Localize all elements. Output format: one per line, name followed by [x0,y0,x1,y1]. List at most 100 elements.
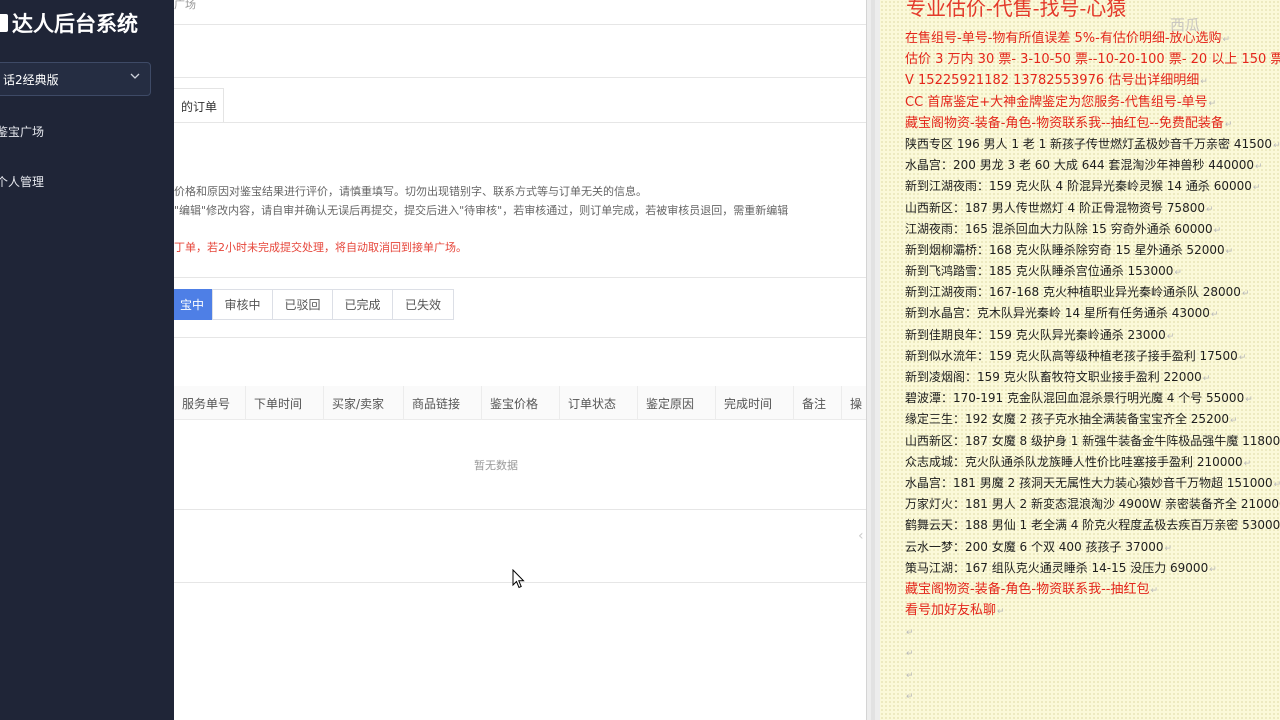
paragraph-mark-icon: ↵ [1273,140,1280,151]
note-line: ↵ [905,664,1280,685]
paragraph-mark-icon: ↵ [997,607,1005,618]
paragraph-mark-icon: ↵ [1224,119,1233,130]
splitter[interactable] [866,0,880,720]
notice-line: 价格和原因对鉴宝结果进行评价，请慎重填写。切勿出现错别字、联系方式等与订单无关的… [174,185,647,198]
chevron-left-icon[interactable]: ‹ [858,528,864,544]
note-line: 水晶宫：181 男魔 2 孩洞天无属性大力装心猿妙音千万物超 151000↵ [905,473,1280,494]
note-line-text: 云水一梦：200 女魔 6 个双 400 孩孩子 37000 [905,539,1164,554]
status-tab-label: 已完成 [344,298,381,312]
breadcrumb: 广场 [174,0,196,11]
notes-heading: 专业估价-代售-找号-心猿 [906,0,1127,20]
note-line-text: 江湖夜雨：165 混杀回血大力队除 15 穷奇外通杀 60000 [905,221,1213,236]
note-line-text: 估价 3 万内 30 票- 3-10-50 票--10-20-100 票- 20… [905,52,1280,68]
notice-warning: 丁单，若2小时未完成提交处理，将自动取消回到接单广场。 [174,241,467,254]
note-line-text: 新到佳期良年：159 克火队异光秦岭通杀 23000 [905,327,1166,342]
paragraph-mark-icon: ↵ [1213,225,1222,236]
sidebar: 达人后台系统 话2经典版 鉴宝广场 个人管理 [0,0,174,720]
note-line: 新到佳期良年：159 克火队异光秦岭通杀 23000↵ [905,325,1280,346]
note-line: ↵ [905,642,1280,663]
notice-line: "编辑"修改内容，请自审并确认无误后再提交，提交后进入"待审核"，若审核通过，则… [174,204,789,217]
note-line-text: 藏宝阁物资-装备-角色-物资联系我--抽红包--免费配装备 [905,115,1224,131]
status-tab-expired[interactable]: 已失效 [392,289,454,320]
note-line-text: 新到飞鸿踏雪：185 克火队睡杀宫位通杀 153000 [905,264,1174,279]
paragraph-mark-icon: ↵ [906,691,914,702]
version-select[interactable]: 话2经典版 [0,62,151,96]
column-header: 买家/卖家 [324,386,404,420]
paragraph-mark-icon: ↵ [1229,416,1238,427]
note-line: 新到飞鸿踏雪：185 克火队睡杀宫位通杀 153000↵ [905,261,1280,282]
sidebar-item-label: 鉴宝广场 [0,125,45,139]
status-tab-rejected[interactable]: 已驳回 [272,289,333,320]
note-line-text: 碧波潭：170-191 克金队混回血混杀景行明光魔 4 个号 55000 [905,391,1245,406]
note-line-text: 在售组号-单号-物有所值误差 5%-有估价明细-放心选购 [905,31,1222,46]
status-tab-reviewing[interactable]: 审核中 [212,289,273,320]
paragraph-mark-icon: ↵ [1241,289,1250,300]
status-tab-in-progress[interactable]: 宝中 [174,289,212,320]
note-line-text: 众志成城：克火队通杀队龙族睡人性价比哇塞接手盈利 210000 [905,454,1243,469]
chevron-down-icon [130,73,140,79]
paragraph-mark-icon: ↵ [1200,77,1208,88]
status-tab-completed[interactable]: 已完成 [332,289,393,320]
note-line: 新到江湖夜雨：159 克火队 4 阶混异光秦岭灵猴 14 通杀 60000↵ [905,176,1280,197]
note-line-text: 山西新区：187 男人传世燃灯 4 阶正骨混物资号 75800 [905,200,1205,215]
divider [174,509,866,510]
paragraph-mark-icon: ↵ [906,628,914,639]
note-line: 新到烟柳灞桥：168 克火队睡杀除穷奇 15 星外通杀 52000↵ [905,240,1280,261]
paragraph-mark-icon: ↵ [1150,585,1159,596]
note-line-text: 看号加好友私聊 [905,603,997,619]
paragraph-mark-icon: ↵ [1202,374,1211,384]
column-header: 操 [850,396,863,411]
note-line-text: 新到烟柳灞桥：168 克火队睡杀除穷奇 15 星外通杀 52000 [905,242,1225,257]
column-header: 鉴宝价格 [482,386,560,420]
note-line-text: 万家灯火：181 男人 2 新変态混浪淘沙 4900W 亲密装备齐全 21000… [905,497,1280,512]
note-line: 众志成城：克火队通杀队龙族睡人性价比哇塞接手盈利 210000↵ [905,452,1280,473]
paragraph-mark-icon: ↵ [1164,543,1173,554]
status-tab-label: 已失效 [404,298,441,312]
splitter-grip [871,0,875,720]
version-select-value: 话2经典版 [3,72,59,87]
note-line-text: 新到似水流年：159 克火队高等级种植老孩子接手盈利 17500 [905,348,1238,363]
paragraph-mark-icon: ↵ [1225,246,1234,257]
note-line: 山西新区：187 女魔 8 级护身 1 新强牛装备金牛阵极品强牛魔 11800↵ [905,431,1280,452]
note-line: V 15225921182 13782553976 估号出详细明细↵ [905,70,1280,91]
note-line: 陕西专区 196 男人 1 老 1 新孩子传世燃灯孟极妙音千万亲密 41500↵ [905,134,1280,155]
note-line-text: 水晶宫：200 男龙 3 老 60 大成 644 套混淘沙年神兽秒 440000 [905,158,1255,173]
paragraph-mark-icon: ↵ [1245,395,1253,406]
empty-state: 暂无数据 [474,459,518,472]
note-line: ↵ [905,685,1280,706]
paragraph-mark-icon: ↵ [1209,564,1217,575]
sidebar-item-plaza[interactable]: 鉴宝广场 [0,123,44,140]
note-line: 估价 3 万内 30 票- 3-10-50 票--10-20-100 票- 20… [905,49,1280,70]
note-line-text: 山西新区：187 女魔 8 级护身 1 新强牛装备金牛阵极品强牛魔 11800 [905,433,1280,448]
note-line-text: 水晶宫：181 男魔 2 孩洞天无属性大力装心猿妙音千万物超 151000 [905,475,1273,490]
note-line-text: 策马江湖：167 组队克火通灵睡杀 14-15 没压力 69000 [905,560,1209,575]
note-line: 水晶宫：200 男龙 3 老 60 大成 644 套混淘沙年神兽秒 440000… [905,155,1280,176]
note-line-text: 新到江湖夜雨：167-168 克火种植职业异光秦岭通杀队 28000 [905,285,1241,300]
paragraph-mark-icon: ↵ [1210,310,1219,321]
paragraph-mark-icon: ↵ [1205,204,1214,215]
notes-body: 在售组号-单号-物有所值误差 5%-有估价明细-放心选购 ↵ 估价 3 万内 30 … [905,28,1280,706]
note-line: 新到似水流年：159 克火队高等级种植老孩子接手盈利 17500↵ [905,346,1280,367]
sidebar-item-label: 个人管理 [0,175,45,189]
note-line-text: 新到江湖夜雨：159 克火队 4 阶混异光秦岭灵猴 14 通杀 60000 [905,179,1252,194]
note-line: 新到凌烟阁：159 克火队畜牧符文职业接手盈利 22000↵ [905,367,1280,388]
status-tab-label: 已驳回 [284,298,321,312]
divider [174,337,866,338]
sidebar-item-personal[interactable]: 个人管理 [0,173,44,190]
note-line: 山西新区：187 男人传世燃灯 4 阶正骨混物资号 75800↵ [905,198,1280,219]
divider [174,277,866,278]
paragraph-mark-icon: ↵ [1208,98,1217,109]
note-line-text: 藏宝阁物资-装备-角色-物资联系我--抽红包 [905,581,1150,597]
note-line: CC 首席鉴定+大神金牌鉴定为您服务-代售组号-单号↵ [905,92,1280,113]
note-line-text: 缘定三生：192 女魔 2 孩子克水抽全满装备宝宝齐全 25200 [905,412,1229,427]
paragraph-mark-icon: ↵ [906,670,914,681]
column-header: 完成时间 [716,386,794,420]
column-header: 鉴定原因 [638,386,716,420]
note-line: 鹤舞云天：188 男仙 1 老全满 4 阶克火程度孟极去疾百万亲密 53000↵ [905,515,1280,536]
paragraph-mark-icon: ↵ [1174,268,1182,279]
note-line: 江湖夜雨：165 混杀回血大力队除 15 穷奇外通杀 60000↵ [905,219,1280,240]
paragraph-mark-icon: ↵ [1222,35,1231,45]
column-header: 服务单号 [174,386,246,420]
note-line: 藏宝阁物资-装备-角色-物资联系我--抽红包--免费配装备↵ [905,113,1280,134]
tab-my-orders[interactable]: 的订单 [174,88,224,123]
